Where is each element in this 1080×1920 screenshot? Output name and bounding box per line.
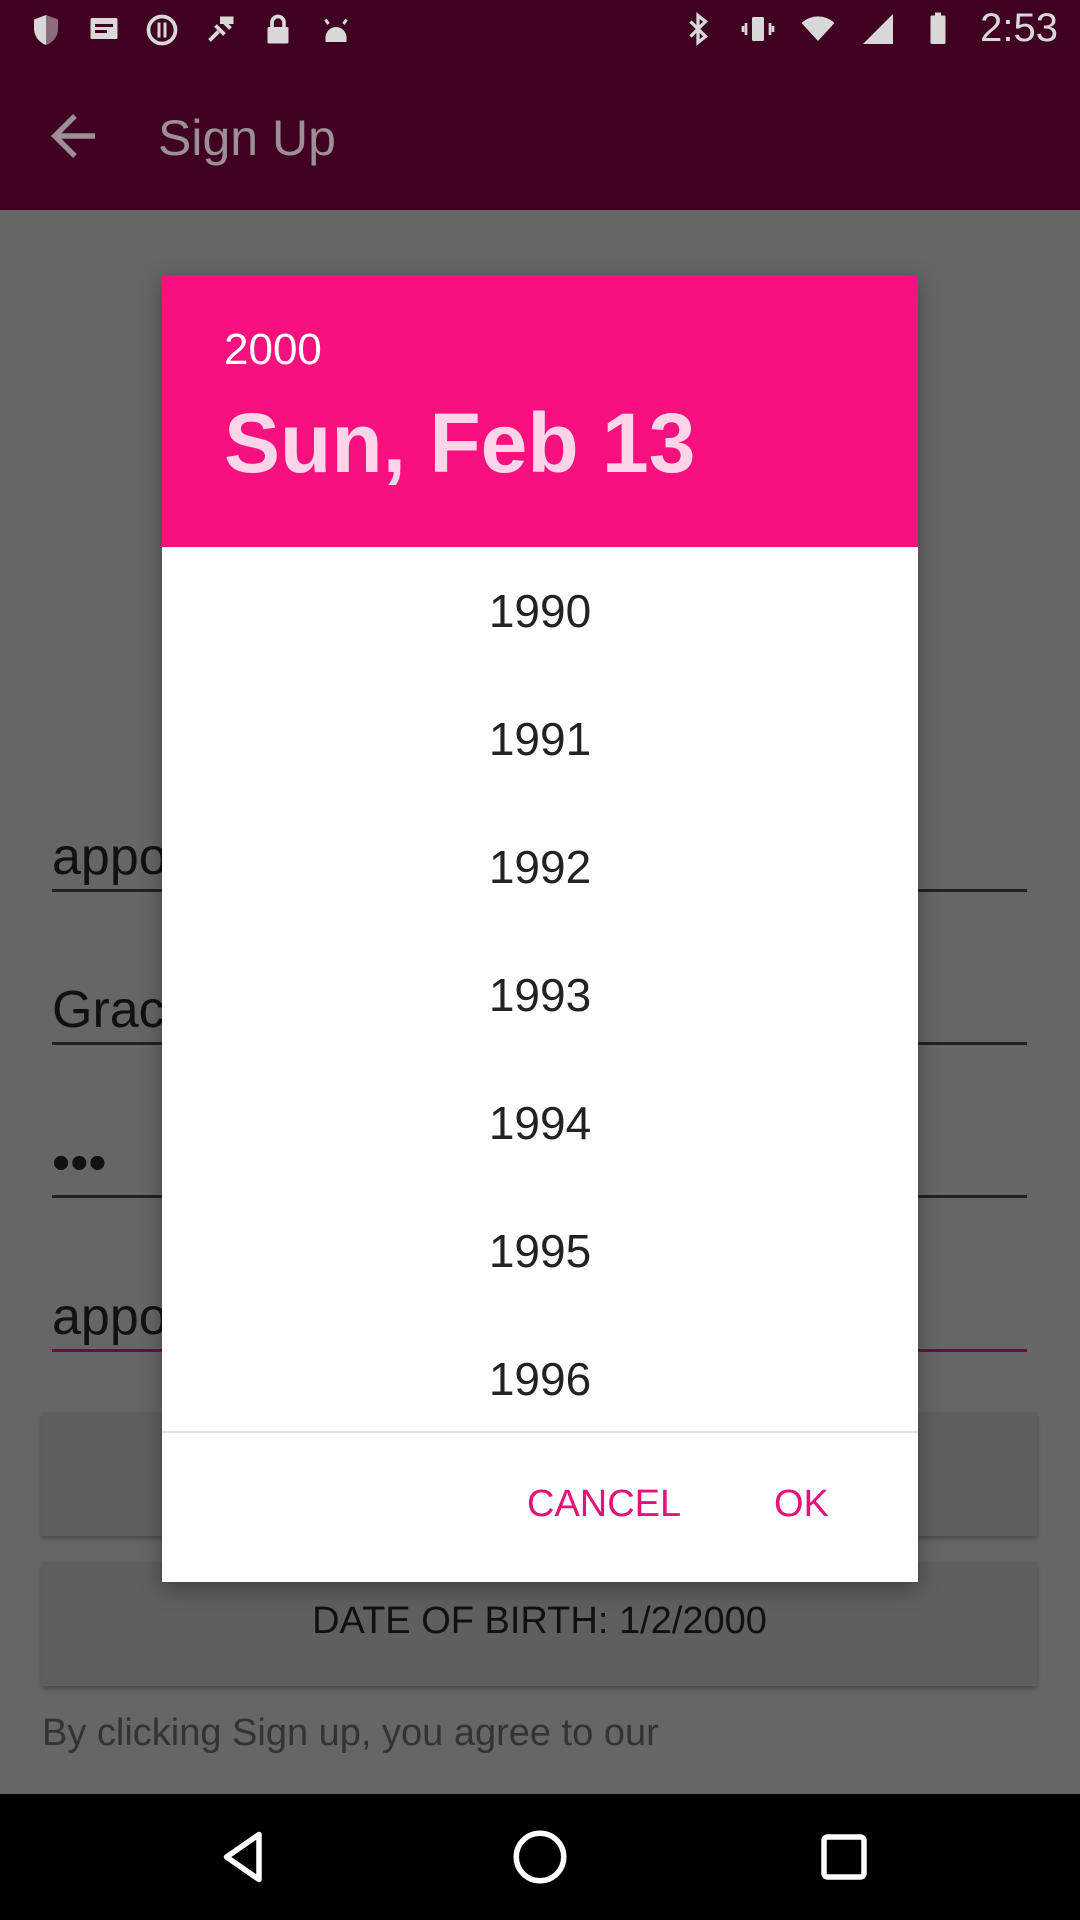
name-value: Grac [52, 981, 165, 1039]
header-year[interactable]: 2000 [224, 325, 322, 375]
status-icons-right: 2:53 [680, 6, 1058, 51]
recents-square-icon[interactable] [814, 1827, 874, 1887]
status-icons-left [28, 12, 354, 48]
status-time: 2:53 [980, 6, 1058, 50]
vibrate-icon [741, 16, 775, 41]
header-date[interactable]: Sun, Feb 13 [224, 395, 695, 492]
year-item[interactable]: 1996 [162, 1315, 918, 1431]
status-bar: 2:53 [0, 0, 1080, 63]
lock-icon [267, 14, 289, 44]
username-value: appo [52, 828, 168, 886]
shield-icon [34, 15, 58, 45]
year-item[interactable]: 1992 [162, 803, 918, 931]
signal-icon [863, 13, 894, 44]
home-circle-icon[interactable] [510, 1827, 570, 1887]
ok-button[interactable]: OK [774, 1483, 829, 1526]
app-bar: Sign Up [0, 63, 1080, 210]
sync-alert-icon [146, 14, 178, 46]
wifi-icon [801, 15, 835, 41]
bluetooth-icon [689, 11, 709, 46]
year-item[interactable]: 1995 [162, 1187, 918, 1315]
cancel-button[interactable]: CANCEL [527, 1483, 681, 1526]
arrow-back-icon[interactable] [40, 103, 106, 169]
year-item[interactable]: 1993 [162, 931, 918, 1059]
message-icon [90, 18, 118, 39]
page-title: Sign Up [158, 110, 336, 166]
dialog-actions: CANCEL OK [162, 1433, 918, 1582]
year-item[interactable]: 1991 [162, 675, 918, 803]
password-value: ••• [52, 1134, 107, 1192]
year-list[interactable]: 1990 1991 1992 1993 1994 1995 1996 [162, 547, 918, 1433]
year-item[interactable]: 1990 [162, 547, 918, 675]
email-value: appo [52, 1288, 168, 1346]
fake-gps-icon [208, 16, 234, 42]
terms-text: By clicking Sign up, you agree to our [42, 1712, 659, 1754]
android-icon [324, 18, 348, 42]
date-of-birth-label: DATE OF BIRTH: 1/2/2000 [312, 1600, 767, 1642]
year-item[interactable]: 1994 [162, 1059, 918, 1187]
back-triangle-icon[interactable] [214, 1827, 274, 1887]
date-picker-dialog: 2000 Sun, Feb 13 1990 1991 1992 1993 199… [162, 275, 918, 1582]
dialog-header: 2000 Sun, Feb 13 [162, 275, 918, 547]
battery-icon [930, 12, 946, 44]
navigation-bar [0, 1794, 1080, 1920]
